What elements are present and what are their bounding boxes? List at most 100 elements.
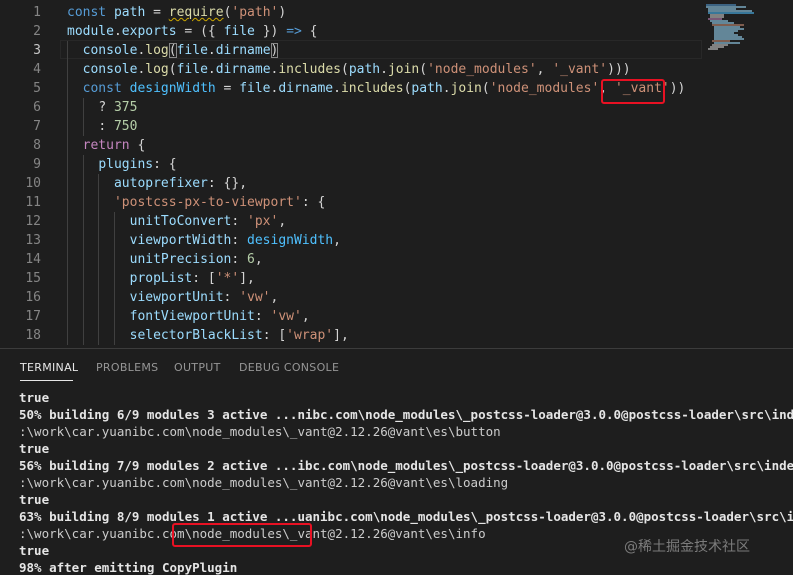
code-token: , (278, 214, 287, 229)
indent-guide (67, 98, 68, 117)
code-token: : (254, 309, 271, 324)
code-line: 4 console.log(file.dirname.includes(path.… (0, 60, 700, 79)
indent-guide (113, 307, 115, 326)
indent-guide (67, 307, 68, 326)
indent-guide (98, 269, 100, 288)
code-line: 9 plugins: { (0, 155, 700, 174)
code-token: = (215, 81, 240, 96)
code-token: 'vw' (239, 290, 271, 305)
code-token: fontViewportUnit (129, 309, 255, 324)
indent-guide (113, 326, 115, 345)
code-token: , (270, 290, 279, 305)
indent-guide (67, 41, 68, 60)
code-token: 'node_modules' (489, 81, 600, 96)
indent-guide (67, 79, 68, 98)
minimap-line (708, 48, 718, 50)
indent-guide (113, 250, 115, 269)
code-token: file (223, 24, 255, 39)
tab-output[interactable]: OUTPUT (174, 361, 221, 374)
line-number: 4 (33, 62, 41, 77)
panel-tabs: TERMINAL PROBLEMS OUTPUT DEBUG CONSOLE (0, 349, 793, 385)
line-number: 12 (25, 214, 41, 229)
terminal-line: :\work\car.yuanibc.com\node_modules\_van… (19, 424, 501, 439)
indent-guide (67, 250, 68, 269)
line-number: 11 (25, 195, 41, 210)
code-line: 8 return { (0, 136, 700, 155)
code-token: file (176, 62, 208, 77)
code-token: = ({ (176, 24, 224, 39)
line-number: 5 (33, 81, 41, 96)
code-text: console.log(file.dirname) (83, 41, 279, 60)
code-line: 5 const designWidth = file.dirname.includ… (0, 79, 700, 98)
code-line: 14 unitPrecision: 6, (0, 250, 700, 269)
code-token: console (82, 62, 138, 77)
indent-guide (82, 117, 84, 136)
code-token: , (536, 62, 553, 77)
line-number: 6 (33, 100, 41, 115)
code-token: path (113, 5, 146, 20)
code-token: : { (153, 157, 177, 172)
code-token: 6 (247, 252, 255, 267)
code-token: autoprefixer (113, 176, 208, 191)
code-token: )) (669, 81, 686, 96)
line-number: 16 (25, 290, 41, 305)
code-token: : (231, 252, 248, 267)
code-token: file (176, 43, 208, 58)
tab-debug-console[interactable]: DEBUG CONSOLE (239, 361, 339, 374)
code-line: 16 viewportUnit: 'vw', (0, 288, 700, 307)
code-token: 'path' (231, 5, 279, 20)
code-line: 18 selectorBlackList: ['wrap'], (0, 326, 700, 345)
code-token: plugins (98, 157, 154, 172)
code-text: propList: ['*'], (130, 269, 255, 288)
indent-guide (67, 174, 68, 193)
code-text: 'postcss-px-to-viewport': { (114, 193, 325, 212)
code-text: plugins: { (98, 155, 176, 174)
code-token: dirname (215, 62, 271, 77)
line-number: 17 (25, 309, 41, 324)
indent-guide (67, 212, 68, 231)
code-token: 375 (113, 100, 138, 115)
terminal-line: true (19, 390, 50, 405)
code-token: propList (129, 271, 193, 286)
code-editor[interactable]: 1 const path = require('path') 2 module.exp… (0, 0, 793, 348)
code-token: . (380, 62, 388, 77)
code-token: ( (168, 62, 177, 77)
tab-problems[interactable]: PROBLEMS (96, 361, 158, 374)
code-token: ) (270, 43, 279, 58)
annotation-box-vant-code (601, 79, 665, 104)
line-number: 9 (33, 157, 41, 172)
code-text: const designWidth = file.dirname.include… (83, 79, 686, 98)
indent-guide (113, 269, 115, 288)
code-token: ( (168, 43, 177, 58)
code-token: log (145, 62, 169, 77)
indent-guide (98, 231, 100, 250)
code-token: dirname (215, 43, 271, 58)
code-token: ))) (607, 62, 631, 77)
indent-guide (98, 288, 100, 307)
code-token: ], (333, 328, 349, 343)
code-token: ( (419, 62, 428, 77)
minimap[interactable] (700, 0, 793, 348)
code-token: 'postcss-px-to-viewport' (113, 195, 302, 210)
code-token: ], (239, 271, 255, 286)
terminal-line: 50% building 6/9 modules 3 active ...nib… (19, 407, 793, 422)
code-text: selectorBlackList: ['wrap'], (130, 326, 349, 345)
line-number: 3 (33, 43, 41, 58)
code-token: includes (278, 62, 341, 77)
code-token: join (450, 81, 482, 96)
code-token: designWidth (129, 81, 216, 96)
code-token: : [ (192, 271, 216, 286)
line-number: 10 (25, 176, 41, 191)
indent-guide (82, 326, 84, 345)
code-token: 'vw' (270, 309, 302, 324)
code-token: : (223, 290, 240, 305)
line-number: 14 (25, 252, 41, 267)
code-token: . (207, 43, 216, 58)
indent-guide (67, 193, 68, 212)
terminal-line: 98% after emitting CopyPlugin (19, 560, 238, 575)
indent-guide (67, 269, 68, 288)
tab-terminal[interactable]: TERMINAL (20, 361, 78, 374)
code-text: : 750 (98, 117, 137, 136)
line-number: 7 (33, 119, 41, 134)
indent-guide (98, 250, 100, 269)
